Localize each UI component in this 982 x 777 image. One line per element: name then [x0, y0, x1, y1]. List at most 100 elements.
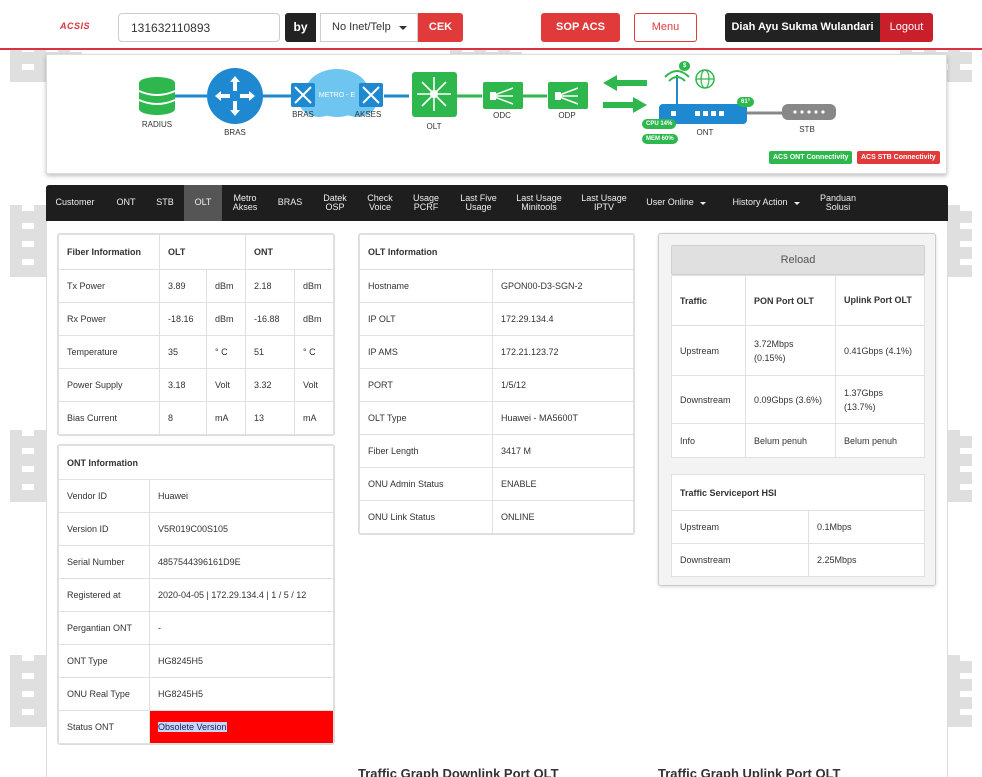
ont-row-label: ONT Type	[58, 644, 150, 678]
tab-label: Usage PCRF	[412, 192, 439, 212]
radius-label: RADIUS	[141, 120, 173, 129]
bras2-label: BRAS	[292, 110, 314, 119]
ont-row-label: ONU Real Type	[58, 677, 150, 711]
logout-button[interactable]: Logout	[880, 13, 933, 42]
ont-information-panel: ONT Information Vendor ID Huawei Version …	[57, 444, 335, 745]
tab-bras[interactable]: BRAS	[273, 185, 307, 221]
fiber-olt-value: 3.89	[159, 269, 207, 303]
fiber-header-label: Fiber Information	[58, 234, 160, 270]
akses-label: AKSES	[354, 110, 382, 119]
olt-row-value: Huawei - MA5600T	[492, 401, 634, 435]
fiber-ont-unit: dBm	[294, 302, 334, 336]
tab-label: Last Usage IPTV	[581, 192, 627, 212]
fiber-row-label: Tx Power	[58, 269, 160, 303]
tab-check-voice[interactable]: Check Voice	[362, 185, 398, 221]
radius-icon	[138, 77, 176, 115]
hsi-row-label: Downstream	[671, 543, 809, 577]
traffic-pon-value: Belum penuh	[745, 423, 836, 458]
tab-label: OLT	[194, 197, 212, 208]
tab-last-usage-iptv[interactable]: Last Usage IPTV	[576, 185, 632, 221]
olt-row-label: IP OLT	[359, 302, 493, 336]
tab-label: Datek OSP	[323, 192, 347, 212]
tab-ont[interactable]: ONT	[109, 185, 143, 221]
tab-stb[interactable]: STB	[149, 185, 181, 221]
search-input[interactable]	[118, 13, 280, 42]
caret-down-icon	[793, 201, 800, 205]
tab-last-five-usage[interactable]: Last Five Usage	[456, 185, 501, 221]
olt-row-label: PORT	[359, 368, 493, 402]
fiber-olt-value: 3.18	[159, 368, 207, 402]
ont-row-value: -	[149, 611, 334, 645]
tab-last-usage-minitools[interactable]: Last Usage Minitools	[511, 185, 567, 221]
stb-label: STB	[799, 125, 815, 134]
fiber-ont-unit: mA	[294, 401, 334, 435]
odp-icon	[548, 82, 588, 109]
fiber-olt-unit: mA	[206, 401, 246, 435]
fiber-olt-unit: Volt	[206, 368, 246, 402]
tab-label: BRAS	[277, 197, 303, 208]
tab-label: STB	[156, 197, 174, 208]
ont-row-label: Registered at	[58, 578, 150, 612]
tab-panduan-solusi[interactable]: Panduan Solusi	[814, 185, 862, 221]
tab-datek-osp[interactable]: Datek OSP	[316, 185, 354, 221]
caret-down-icon	[699, 201, 706, 205]
olt-row-label: OLT Type	[359, 401, 493, 435]
fiber-row-label: Bias Current	[58, 401, 160, 435]
hsi-row-label: Upstream	[671, 510, 809, 544]
ont-row-value: Huawei	[149, 479, 334, 513]
traffic-header-uplink: Uplink Port OLT	[835, 275, 925, 326]
tab-history-action[interactable]: History Action	[721, 185, 811, 221]
tab-metro-akses[interactable]: Metro Akses	[227, 185, 263, 221]
tab-label: History Action	[732, 197, 788, 208]
odp-label: ODP	[558, 111, 576, 120]
search-type-select[interactable]: No Inet/Telp	[320, 13, 418, 42]
status-ont-value[interactable]: Obsolete Version	[158, 722, 227, 732]
fiber-row-label: Temperature	[58, 335, 160, 369]
olt-icon	[412, 72, 457, 117]
traffic-pon-value: 3.72Mbps (0.15%)	[745, 325, 836, 376]
olt-row-value: 3417 M	[492, 434, 634, 468]
olt-row-label: Hostname	[359, 269, 493, 303]
acs-ont-connectivity-badge: ACS ONT Connectivity	[769, 151, 853, 164]
tab-customer[interactable]: Customer	[49, 185, 101, 221]
tab-label: User Online	[646, 197, 694, 208]
app-logo[interactable]: ACSIS	[60, 21, 90, 31]
caret-down-icon	[399, 26, 407, 30]
stb-icon	[782, 104, 836, 120]
fiber-olt-value: -18.16	[159, 302, 207, 336]
olt-label: OLT	[426, 122, 442, 131]
mem-badge: MEM 60%	[642, 134, 678, 144]
by-label: by	[285, 13, 316, 42]
ont-row-label: Serial Number	[58, 545, 150, 579]
traffic-uplink-value: Belum penuh	[835, 423, 925, 458]
hsi-row-value: 0.1Mbps	[808, 510, 925, 544]
ont-row-value: V5R019C00S105	[149, 512, 334, 546]
ont-label: ONT	[696, 128, 714, 137]
fiber-olt-value: 8	[159, 401, 207, 435]
search-type-value: No Inet/Telp	[332, 21, 391, 33]
user-name[interactable]: Diah Ayu Sukma Wulandari	[725, 13, 880, 42]
ont-row-value: HG8245H5	[149, 644, 334, 678]
traffic-row-label: Downstream	[671, 375, 746, 424]
menu-button[interactable]: Menu	[634, 13, 697, 42]
traffic-row-label: Upstream	[671, 325, 746, 376]
ont-row-label: Status ONT	[58, 710, 150, 744]
tab-user-online[interactable]: User Online	[638, 185, 714, 221]
olt-row-value: ENABLE	[492, 467, 634, 501]
tab-usage-pcrf[interactable]: Usage PCRF	[408, 185, 444, 221]
sop-acs-button[interactable]: SOP ACS	[541, 13, 620, 42]
reload-button[interactable]: Reload	[671, 245, 925, 275]
olt-row-value: 172.21.123.72	[492, 335, 634, 369]
bras-router-icon	[207, 68, 263, 124]
fiber-ont-unit: ° C	[294, 335, 334, 369]
olt-row-value: ONLINE	[492, 500, 634, 534]
olt-row-value: 172.29.134.4	[492, 302, 634, 336]
traffic-panel: Reload Traffic PON Port OLT Uplink Port …	[658, 233, 936, 586]
tab-olt[interactable]: OLT	[184, 185, 222, 221]
olt-information-panel: OLT Information Hostname GPON00-D3-SGN-2 …	[358, 233, 635, 535]
traffic-pon-value: 0.09Gbps (3.6%)	[745, 375, 836, 424]
ont-info-title: ONT Information	[58, 445, 334, 480]
cek-button[interactable]: CEK	[418, 13, 463, 42]
acs-stb-connectivity-badge: ACS STB Connectivity	[857, 151, 940, 164]
fiber-row-label: Power Supply	[58, 368, 160, 402]
